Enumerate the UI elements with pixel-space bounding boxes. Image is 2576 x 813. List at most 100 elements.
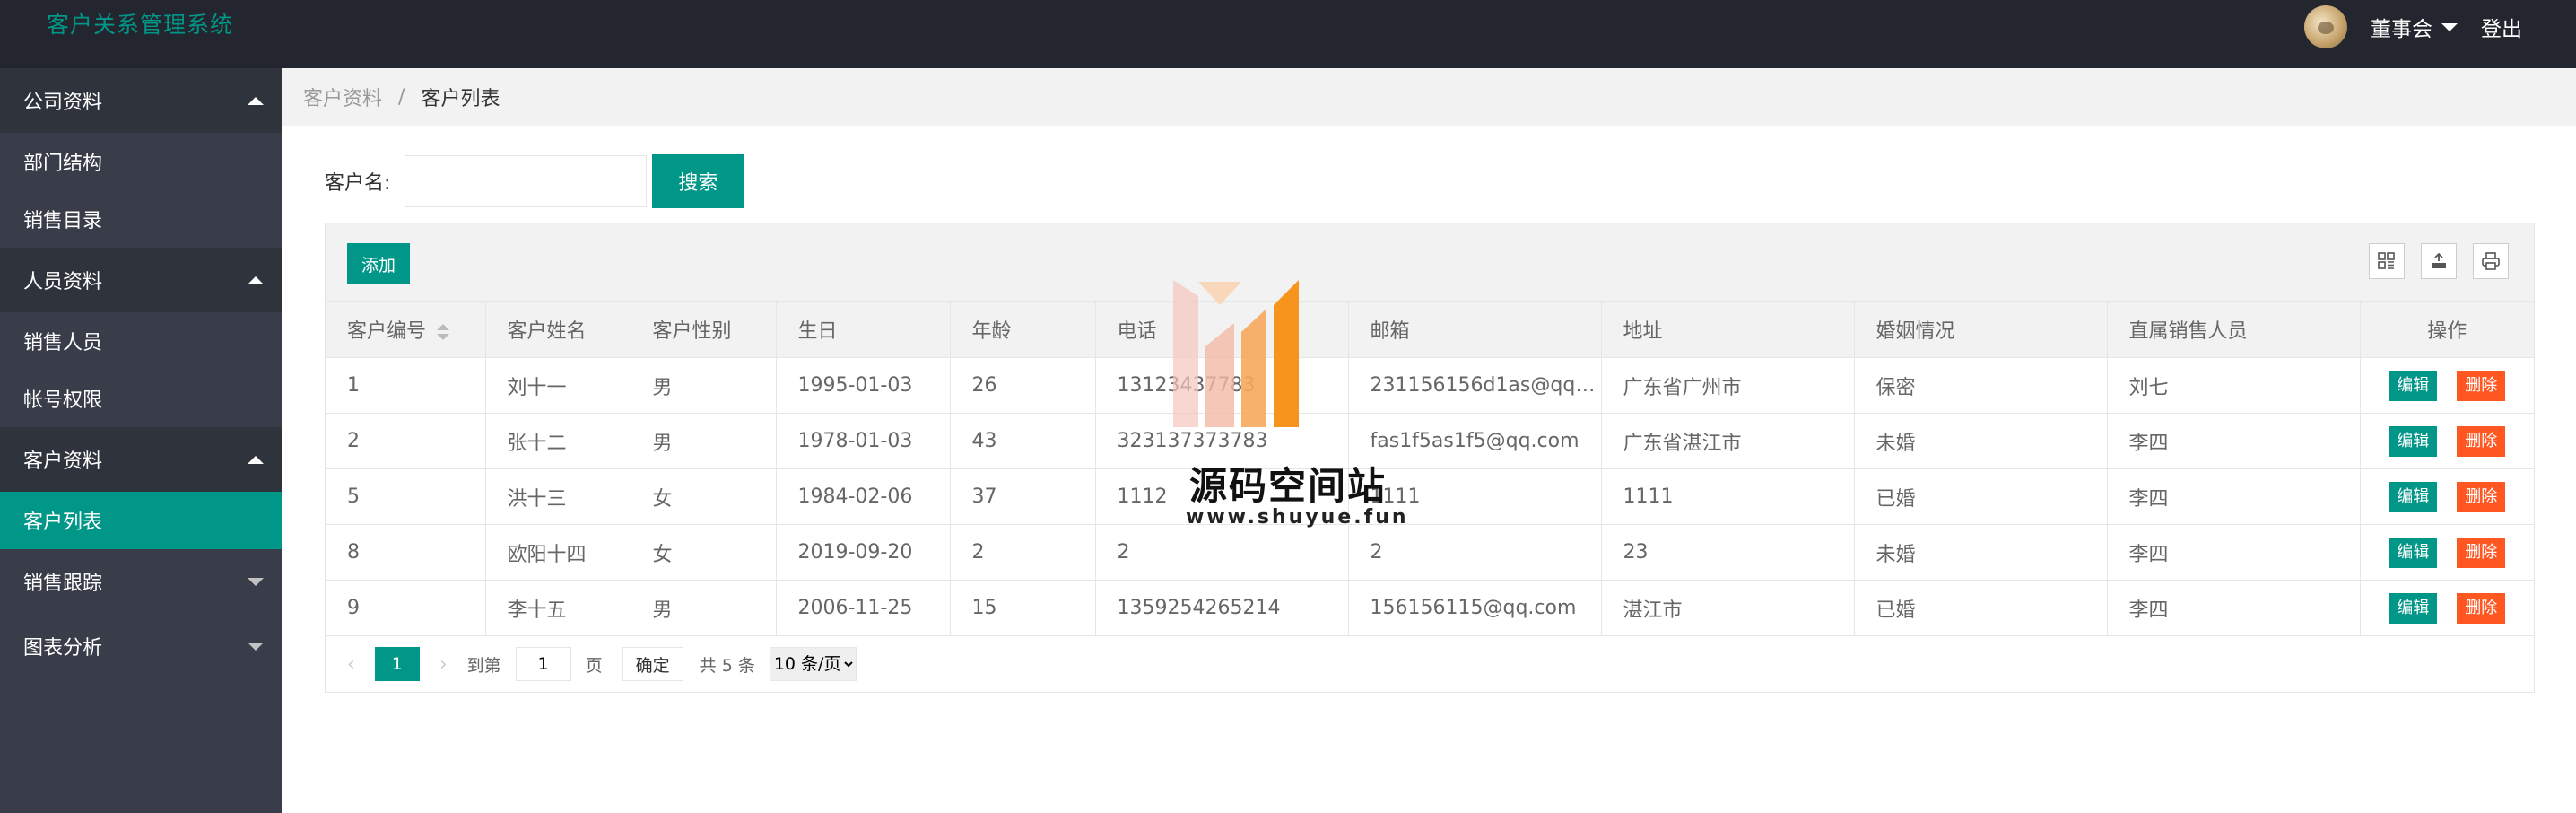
table-cell: 37 xyxy=(950,468,1096,525)
table-cell: 2 xyxy=(326,413,486,469)
sidebar-item-customer-list[interactable]: 客户列表 xyxy=(0,492,282,549)
sidebar-item-salespeople[interactable]: 销售人员 xyxy=(0,312,282,370)
sidebar-group-company[interactable]: 公司资料 xyxy=(0,68,282,133)
delete-button[interactable]: 删除 xyxy=(2457,481,2506,512)
table-cell: 李十五 xyxy=(485,580,631,636)
goto-confirm-button[interactable]: 确定 xyxy=(622,647,683,681)
table-cell: 男 xyxy=(631,580,777,636)
table-cell: 已婚 xyxy=(1854,468,2108,525)
breadcrumb-parent[interactable]: 客户资料 xyxy=(303,83,382,111)
print-icon[interactable] xyxy=(2473,243,2509,279)
table-cell: 5 xyxy=(326,468,486,525)
edit-button[interactable]: 编辑 xyxy=(2389,370,2438,401)
page-current[interactable]: 1 xyxy=(374,647,420,681)
edit-button[interactable]: 编辑 xyxy=(2389,592,2438,624)
column-header: 地址 xyxy=(1601,302,1855,358)
column-header: 婚姻情况 xyxy=(1854,302,2108,358)
column-header: 直属销售人员 xyxy=(2107,302,2361,358)
column-header: 邮箱 xyxy=(1348,302,1602,358)
table-cell: 李四 xyxy=(2107,524,2361,581)
table-cell: 8 xyxy=(326,524,486,581)
search-label: 客户名: xyxy=(325,172,391,195)
goto-page-input[interactable] xyxy=(515,647,571,681)
delete-button[interactable]: 删除 xyxy=(2457,370,2506,401)
search-button[interactable]: 搜索 xyxy=(652,154,744,208)
table-cell: 2006-11-25 xyxy=(776,580,951,636)
sidebar-group-chart-analysis[interactable]: 图表分析 xyxy=(0,614,282,678)
table-cell: 43 xyxy=(950,413,1096,469)
chevron-down-icon xyxy=(2441,22,2458,31)
breadcrumb: 客户资料 / 客户列表 xyxy=(282,68,2576,126)
table-cell: 1359254265214 xyxy=(1095,580,1349,636)
columns-filter-icon[interactable] xyxy=(2369,243,2405,279)
page-size-select[interactable]: 10 条/页 xyxy=(769,647,857,681)
total-count: 共 5 条 xyxy=(699,655,755,676)
table-toolbar: 添加 xyxy=(326,223,2534,302)
user-area: 董事会 登出 xyxy=(2304,4,2522,50)
edit-button[interactable]: 编辑 xyxy=(2389,425,2438,457)
table-cell: 已婚 xyxy=(1854,580,2108,636)
user-menu[interactable]: 董事会 xyxy=(2371,12,2458,42)
delete-button[interactable]: 删除 xyxy=(2457,592,2506,624)
table-cell: 1111 xyxy=(1601,468,1855,525)
search-input[interactable] xyxy=(405,155,648,207)
goto-suffix: 页 xyxy=(585,655,603,676)
table-cell: 广东省湛江市 xyxy=(1601,413,1855,469)
sort-icon[interactable] xyxy=(437,324,450,340)
table-row: 5 洪十三女 1984-02-06 37 1112 1111 1111 已婚 李四 编辑 删除 xyxy=(326,468,2534,525)
table-cell: 李四 xyxy=(2107,580,2361,636)
column-header: 客户姓名 xyxy=(485,302,631,358)
table-cell: 洪十三 xyxy=(485,468,631,525)
chevron-left-icon[interactable]: ‹ xyxy=(347,653,355,676)
delete-button[interactable]: 删除 xyxy=(2457,425,2506,457)
row-actions: 编辑 删除 xyxy=(2360,580,2534,636)
table-cell: 1984-02-06 xyxy=(776,468,951,525)
column-header[interactable]: 客户编号 xyxy=(326,302,486,358)
table-cell: 欧阳十四 xyxy=(485,524,631,581)
sidebar-group-sales-tracking[interactable]: 销售跟踪 xyxy=(0,549,282,614)
table-cell: 未婚 xyxy=(1854,524,2108,581)
sidebar-group-label: 人员资料 xyxy=(23,271,103,293)
table-cell: 广东省广州市 xyxy=(1601,357,1855,414)
table-cell: 保密 xyxy=(1854,357,2108,414)
table-cell: 23 xyxy=(1601,524,1855,581)
table-cell: 13123437783 xyxy=(1095,357,1349,414)
sidebar: 公司资料 部门结构 销售目录 人员资料 销售人员 帐号权限 客户资料 客户列表 … xyxy=(0,68,282,813)
search-bar: 客户名: 搜索 xyxy=(325,154,744,208)
sidebar-group-customers[interactable]: 客户资料 xyxy=(0,427,282,492)
column-header: 电话 xyxy=(1095,302,1349,358)
table-cell: 1 xyxy=(326,357,486,414)
table-cell: 女 xyxy=(631,524,777,581)
add-customer-button[interactable]: 添加 xyxy=(347,243,410,284)
edit-button[interactable]: 编辑 xyxy=(2389,481,2438,512)
sidebar-item-sales-catalog[interactable]: 销售目录 xyxy=(0,190,282,248)
sidebar-group-staff[interactable]: 人员资料 xyxy=(0,248,282,312)
export-icon[interactable] xyxy=(2421,243,2457,279)
breadcrumb-current: 客户列表 xyxy=(421,88,500,110)
table-cell: 2 xyxy=(1348,524,1602,581)
breadcrumb-separator: / xyxy=(398,85,405,109)
customer-table: 客户编号 客户姓名 客户性别 生日 年龄 电话 邮箱 地址 婚姻情况 直属销售人员 操作 1 刘十一男… xyxy=(326,302,2534,636)
sidebar-group-label: 客户资料 xyxy=(23,450,103,473)
chevron-right-icon[interactable]: › xyxy=(439,653,448,676)
chevron-down-icon xyxy=(248,643,264,651)
sidebar-item-departments[interactable]: 部门结构 xyxy=(0,133,282,190)
chevron-down-icon xyxy=(248,578,264,586)
row-actions: 编辑 删除 xyxy=(2360,413,2534,469)
row-actions: 编辑 删除 xyxy=(2360,468,2534,525)
table-cell: 李四 xyxy=(2107,413,2361,469)
chevron-up-icon xyxy=(248,97,264,105)
table-cell: 2 xyxy=(1095,524,1349,581)
user-avatar[interactable] xyxy=(2304,5,2347,48)
edit-button[interactable]: 编辑 xyxy=(2389,537,2438,568)
column-header: 操作 xyxy=(2360,302,2534,358)
table-cell: 李四 xyxy=(2107,468,2361,525)
table-row: 8 欧阳十四女 2019-09-20 2 2 2 23 未婚 李四 编辑 删除 xyxy=(326,524,2534,581)
column-header: 客户性别 xyxy=(631,302,777,358)
sidebar-item-account-permissions[interactable]: 帐号权限 xyxy=(0,370,282,427)
delete-button[interactable]: 删除 xyxy=(2457,537,2506,568)
top-header: 客户关系管理系统 董事会 登出 xyxy=(0,0,2576,68)
chevron-up-icon xyxy=(248,456,264,464)
logout-link[interactable]: 登出 xyxy=(2481,12,2522,42)
table-cell: 女 xyxy=(631,468,777,525)
